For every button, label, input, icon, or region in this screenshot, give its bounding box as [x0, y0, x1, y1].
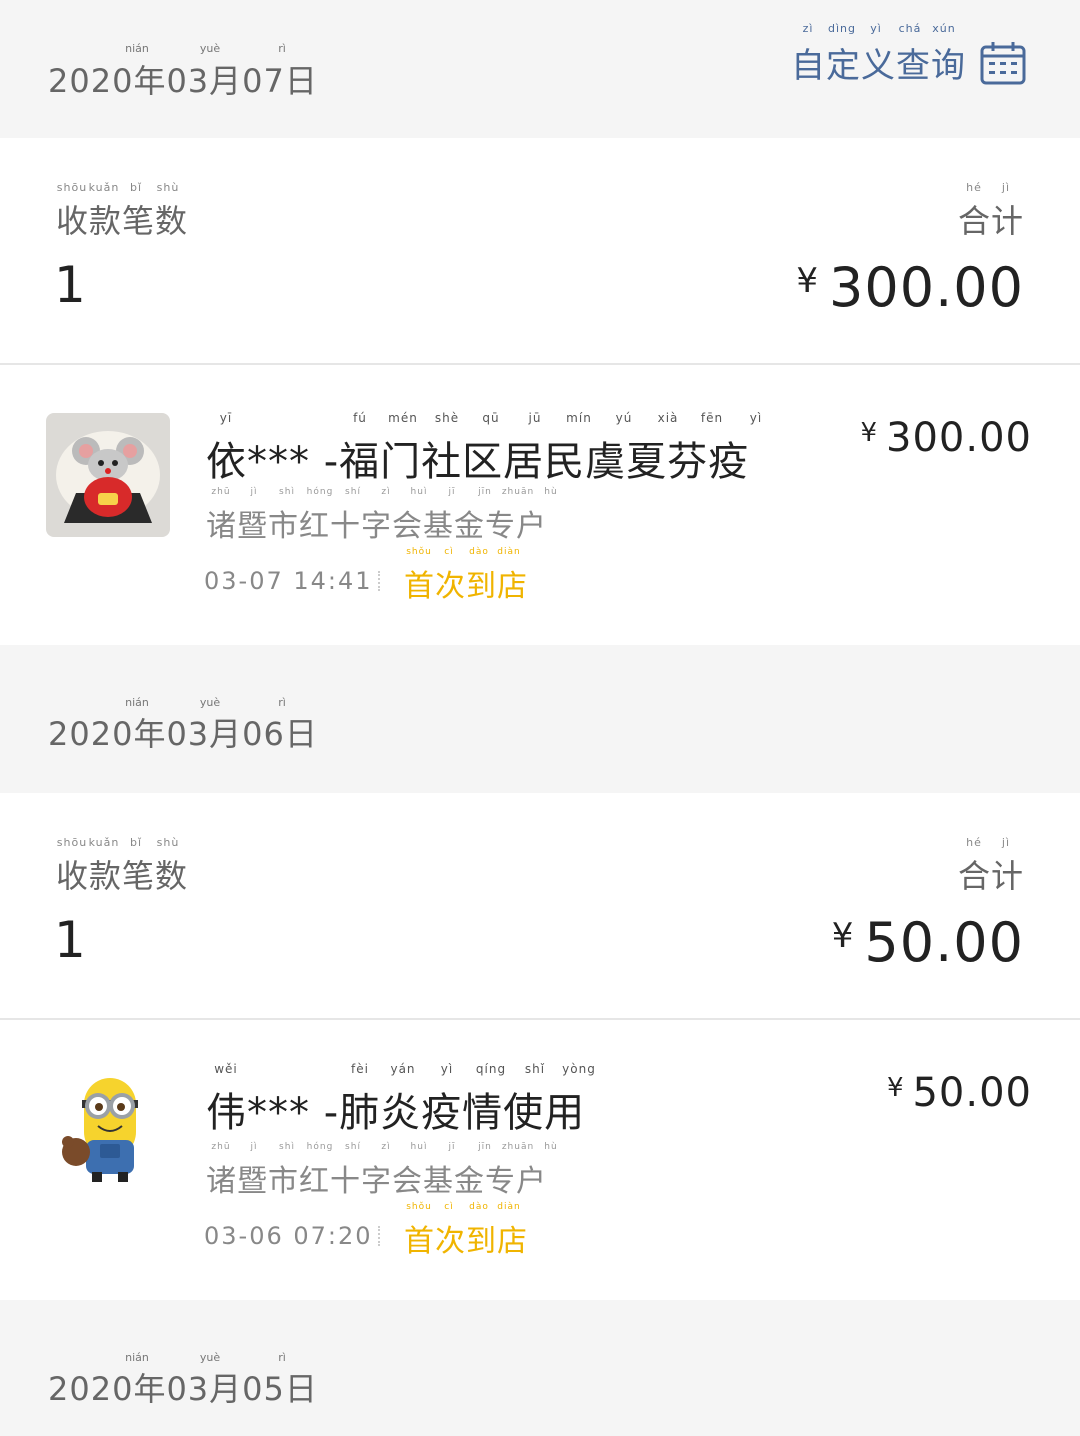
first-visit-tag: 首次到店	[404, 569, 528, 604]
total-value: ¥300.00	[796, 256, 1024, 319]
custom-query-label: 自定义查询	[791, 46, 966, 86]
date-header: 2020年03月07日 nián yuè rì zì dìng yì chá x…	[0, 0, 1080, 138]
transaction-time: 03-06 07:20	[204, 1222, 373, 1250]
separator	[378, 1226, 380, 1246]
daily-summary: shōu kuǎn bǐ shù 收款笔数 hé jì 合计 1 ¥50.00	[0, 793, 1080, 1020]
transaction-time: 03-07 14:41	[204, 567, 373, 595]
count-label: 收款笔数	[56, 857, 189, 895]
count-label: 收款笔数	[56, 202, 189, 240]
custom-query-button[interactable]: zì dìng yì chá xún 自定义查询	[791, 22, 1026, 87]
calendar-icon[interactable]	[980, 40, 1026, 86]
payer-title: 依*** -福门社区居民虞夏芬疫	[206, 439, 750, 485]
date-header: 2020年03月05日 nián yuè rì	[0, 1300, 1080, 1436]
date-label: 2020年03月06日	[48, 715, 318, 753]
mouse-stone-avatar	[46, 413, 170, 537]
date-label: 2020年03月05日	[48, 1370, 318, 1408]
first-visit-tag: 首次到店	[404, 1224, 528, 1259]
account-name: 诸暨市红十字会基金专户	[206, 1164, 547, 1199]
transaction-amount: ¥50.00	[886, 1070, 1032, 1116]
separator	[378, 571, 380, 591]
count-value: 1	[54, 256, 86, 314]
daily-summary: shōu kuǎn bǐ shù 收款笔数 hé jì 合计 1 ¥300.00	[0, 138, 1080, 365]
payer-title: 伟*** -肺炎疫情使用	[206, 1090, 586, 1136]
yen-symbol: ¥	[831, 916, 855, 956]
count-value: 1	[54, 911, 86, 969]
total-label: 合计	[957, 857, 1024, 895]
account-name: 诸暨市红十字会基金专户	[206, 509, 547, 544]
date-header: 2020年03月06日 nián yuè rì	[0, 645, 1080, 793]
transaction-row[interactable]: yī fú mén shè qū jū mín yú xià fēn yì 依*…	[0, 365, 1080, 645]
total-label: 合计	[957, 202, 1024, 240]
total-value: ¥50.00	[831, 911, 1024, 974]
date-label: 2020年03月07日	[48, 62, 318, 100]
transaction-row[interactable]: wěi fèi yán yì qíng shǐ yòng 伟*** -肺炎疫情使…	[0, 1020, 1080, 1300]
minion-avatar	[46, 1066, 170, 1190]
transaction-amount: ¥300.00	[860, 415, 1032, 461]
yen-symbol: ¥	[796, 261, 820, 301]
